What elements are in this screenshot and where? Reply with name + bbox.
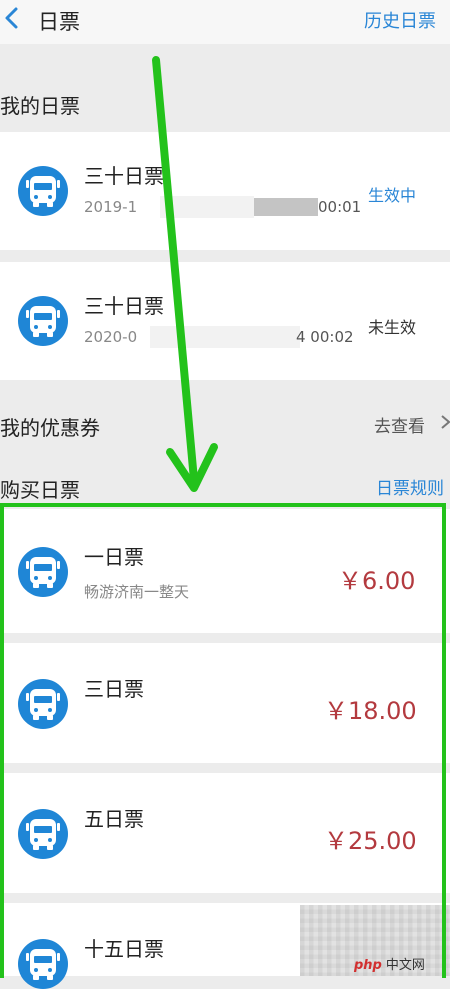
ticket-price: ￥25.00: [324, 827, 417, 855]
buy-ticket-card-3[interactable]: 五日票 ￥25.00: [0, 773, 450, 893]
ticket-name: 十五日票: [84, 937, 164, 961]
bus-icon: [18, 547, 68, 597]
buy-tickets-title: 购买日票: [0, 478, 80, 502]
coupons-view-link[interactable]: 去查看: [374, 412, 425, 437]
watermark-logo: php: [354, 958, 382, 973]
ticket-rules-link[interactable]: 日票规则: [376, 474, 444, 499]
ticket-name: 三十日票: [84, 294, 164, 318]
history-tickets-link[interactable]: 历史日票: [364, 7, 436, 33]
ticket-name: 五日票: [84, 807, 144, 831]
redacted-date-dark: [254, 198, 318, 216]
watermark: php 中文网: [354, 954, 425, 974]
my-tickets-title: 我的日票: [0, 94, 80, 118]
ticket-desc: 畅游济南一整天: [84, 583, 190, 601]
bus-icon: [18, 296, 68, 346]
buy-ticket-card-2[interactable]: 三日票 ￥18.00: [0, 643, 450, 763]
page-title: 日票: [38, 10, 80, 34]
chevron-right-icon[interactable]: [440, 412, 450, 432]
redacted-date: [150, 326, 300, 348]
watermark-site: 中文网: [385, 958, 425, 973]
my-ticket-card-2[interactable]: 三十日票 2020-0 4 00:02 未生效: [0, 262, 450, 380]
chevron-left-icon[interactable]: [2, 4, 22, 32]
ticket-date-start: 2020-0: [84, 328, 138, 346]
ticket-name: 三十日票: [84, 164, 164, 188]
buy-ticket-card-1[interactable]: 一日票 畅游济南一整天 ￥6.00: [0, 509, 450, 633]
bus-icon: [18, 939, 68, 989]
ticket-date-start: 2019-1: [84, 198, 138, 216]
status-badge: 未生效: [368, 318, 417, 337]
coupons-title: 我的优惠券: [0, 416, 100, 440]
ticket-price: ￥6.00: [338, 567, 416, 595]
ticket-date-end: 00:01: [318, 198, 362, 216]
nav-bar: 日票 历史日票: [0, 0, 450, 44]
bus-icon: [18, 679, 68, 729]
ticket-date-end: 4 00:02: [296, 328, 354, 346]
ticket-name: 一日票: [84, 545, 144, 569]
my-ticket-card-1[interactable]: 三十日票 2019-1 00:01 生效中: [0, 132, 450, 250]
bus-icon: [18, 166, 68, 216]
ticket-name: 三日票: [84, 677, 144, 701]
redacted-date: [160, 196, 254, 218]
status-badge: 生效中: [368, 186, 417, 205]
ticket-price: ￥18.00: [324, 697, 417, 725]
bus-icon: [18, 809, 68, 859]
